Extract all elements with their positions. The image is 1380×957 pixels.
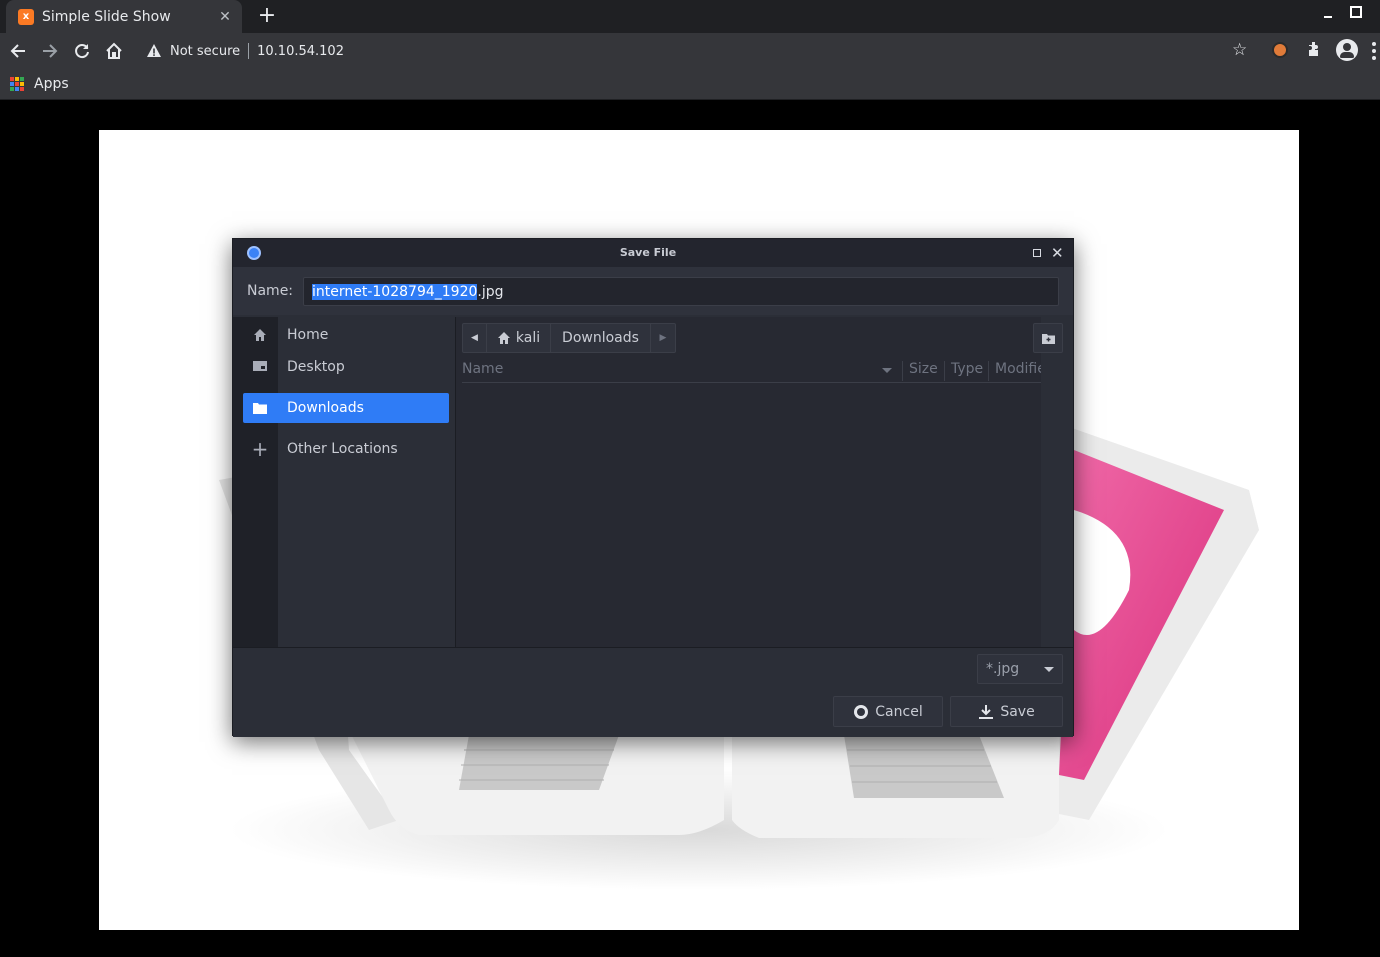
dialog-maximize-icon[interactable]: [1033, 249, 1041, 257]
url-text[interactable]: 10.10.54.102: [257, 44, 344, 59]
home-icon[interactable]: [102, 39, 126, 63]
path-segment-downloads[interactable]: Downloads: [551, 324, 651, 352]
dialog-title: Save File: [619, 246, 677, 259]
extension-icon[interactable]: [1272, 42, 1288, 58]
filename-selected-text: internet-1028794_1920: [312, 283, 478, 300]
save-file-dialog: Save File ✕ Name: internet-1028794_1920.…: [232, 238, 1074, 737]
path-back-button[interactable]: ◀: [463, 324, 487, 352]
browser-tab[interactable]: x Simple Slide Show ✕: [6, 0, 242, 33]
folder-icon: [243, 393, 277, 423]
new-tab-button[interactable]: +: [256, 4, 278, 28]
warning-icon: [147, 44, 161, 57]
path-forward-button[interactable]: ▶: [651, 324, 675, 352]
sidebar-item-label: Other Locations: [287, 441, 398, 457]
home-icon: [243, 320, 277, 350]
back-arrow-icon[interactable]: [6, 39, 30, 63]
new-folder-button[interactable]: [1033, 323, 1063, 353]
filename-label: Name:: [247, 283, 294, 299]
sidebar-item-label: Desktop: [287, 359, 345, 375]
sidebar-item-home[interactable]: Home: [243, 320, 449, 350]
filename-extension: .jpg: [477, 283, 504, 300]
omnibox-divider: [248, 43, 250, 59]
bookmark-star-icon[interactable]: ☆: [1232, 40, 1247, 60]
cancel-button[interactable]: Cancel: [833, 696, 943, 727]
extensions-puzzle-icon[interactable]: [1306, 41, 1322, 57]
file-list-scrollbar[interactable]: [1041, 317, 1065, 647]
save-button[interactable]: Save: [950, 696, 1063, 727]
sidebar-item-other-locations[interactable]: + Other Locations: [243, 434, 449, 464]
column-modified[interactable]: Modifie: [995, 361, 1042, 377]
column-size[interactable]: Size: [909, 361, 938, 377]
dialog-footer: *.jpg Cancel Save: [233, 647, 1073, 737]
download-arrow-icon: [979, 704, 994, 719]
path-bar: ◀ kali Downloads ▶: [462, 323, 676, 353]
filename-input[interactable]: internet-1028794_1920 .jpg: [303, 277, 1059, 306]
cancel-circle-icon: [854, 704, 869, 719]
tab-strip: x Simple Slide Show ✕ +: [0, 0, 1380, 33]
path-segment-kali[interactable]: kali: [487, 324, 551, 352]
filename-row: Name: internet-1028794_1920 .jpg: [233, 267, 1073, 315]
plus-icon: +: [251, 437, 269, 461]
filter-value: *.jpg: [986, 661, 1020, 677]
file-list-header: Name Size Type Modifie: [462, 359, 1042, 383]
browser-menu-icon[interactable]: [1372, 42, 1376, 60]
sidebar-item-label: Downloads: [287, 400, 364, 416]
save-label: Save: [1000, 703, 1035, 720]
file-type-filter[interactable]: *.jpg: [977, 654, 1063, 684]
sidebar-item-desktop[interactable]: Desktop: [243, 352, 449, 382]
home-icon: [497, 332, 510, 344]
bookmarks-bar: Apps: [0, 69, 1380, 100]
path-segment-label: kali: [515, 330, 541, 346]
new-folder-icon: [1041, 333, 1055, 344]
window-minimize-icon[interactable]: [1320, 6, 1336, 22]
tab-title: Simple Slide Show: [42, 8, 171, 25]
column-type[interactable]: Type: [951, 361, 983, 377]
xampp-favicon-icon: x: [18, 8, 34, 25]
bookmark-apps[interactable]: Apps: [34, 76, 69, 92]
forward-arrow-icon[interactable]: [38, 39, 62, 63]
sort-chevron-icon[interactable]: [882, 368, 892, 373]
profile-avatar-icon[interactable]: [1336, 39, 1358, 61]
window-maximize-icon[interactable]: [1350, 6, 1362, 18]
column-name[interactable]: Name: [462, 361, 503, 377]
sidebar-item-label: Home: [287, 327, 329, 343]
tab-close-icon[interactable]: ✕: [216, 9, 234, 25]
desktop-icon: [243, 352, 277, 382]
column-divider: [902, 361, 903, 381]
column-divider: [944, 361, 945, 381]
dialog-titlebar[interactable]: Save File ✕: [233, 239, 1073, 267]
browser-toolbar: Not secure 10.10.54.102 ☆: [0, 33, 1380, 69]
sidebar-item-downloads[interactable]: Downloads: [243, 393, 449, 423]
security-status[interactable]: Not secure: [170, 44, 240, 59]
dropdown-caret-icon: [1044, 667, 1054, 672]
file-browser-pane: ◀ kali Downloads ▶ Name Size Type Modifi…: [455, 317, 1042, 647]
cancel-label: Cancel: [875, 703, 923, 720]
reload-icon[interactable]: [70, 39, 94, 63]
dialog-close-icon[interactable]: ✕: [1051, 243, 1064, 263]
apps-grid-icon[interactable]: [10, 77, 24, 91]
places-sidebar: Home Desktop Downloads + Other Locations: [233, 317, 455, 647]
column-divider: [988, 361, 989, 381]
address-bar[interactable]: Not secure 10.10.54.102: [136, 35, 1266, 67]
